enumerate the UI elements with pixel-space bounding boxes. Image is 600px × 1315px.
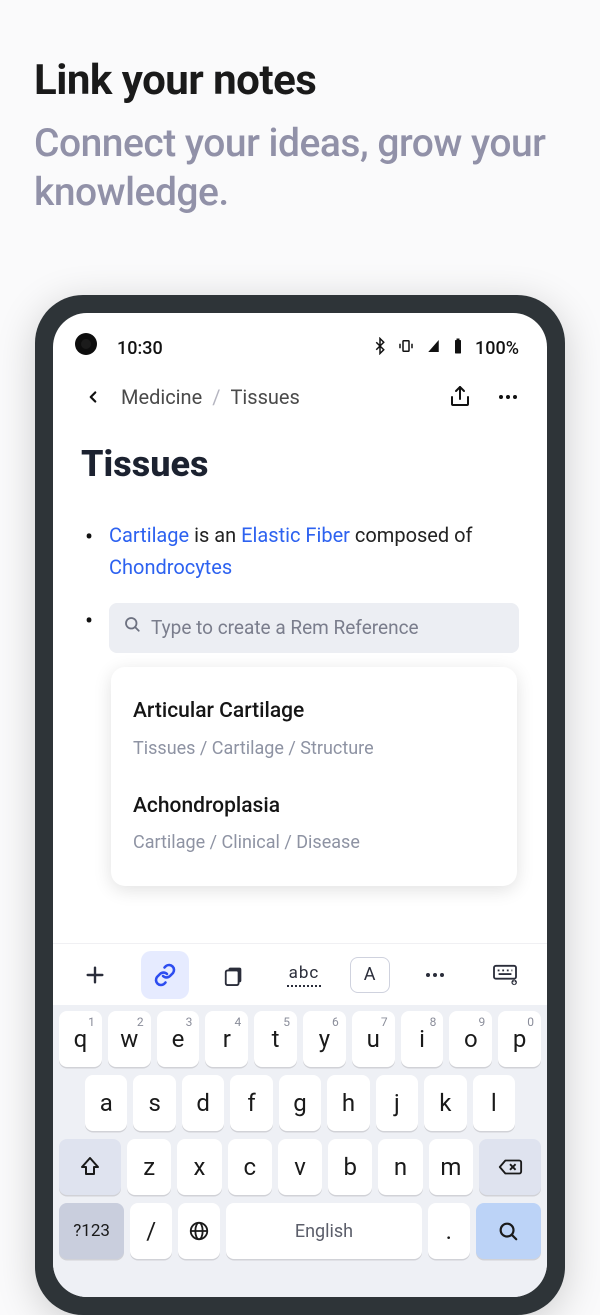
backspace-key[interactable] bbox=[479, 1139, 541, 1195]
share-icon bbox=[448, 385, 472, 409]
key-d[interactable]: d bbox=[182, 1075, 224, 1131]
battery-icon bbox=[449, 337, 467, 360]
search-icon bbox=[497, 1220, 519, 1242]
format-button[interactable]: A bbox=[350, 957, 390, 993]
shift-key[interactable] bbox=[59, 1139, 121, 1195]
hide-keyboard-button[interactable] bbox=[481, 951, 529, 999]
suggestion-path: Tissues / Cartilage / Structure bbox=[133, 735, 495, 764]
text-button[interactable]: abc bbox=[280, 951, 328, 999]
key-r[interactable]: r4 bbox=[205, 1011, 248, 1067]
suggestion-popup: Articular Cartilage Tissues / Cartilage … bbox=[111, 667, 517, 886]
suggestion-item[interactable]: Articular Cartilage Tissues / Cartilage … bbox=[133, 685, 495, 779]
period-key[interactable]: . bbox=[428, 1203, 470, 1259]
page-title: Tissues bbox=[81, 443, 519, 485]
promo-title: Link your notes bbox=[34, 56, 566, 105]
search-icon bbox=[123, 614, 141, 643]
phone-mockup: 10:30 100% Medicine / Tissues bbox=[35, 295, 565, 1315]
input-placeholder: Type to create a Rem Reference bbox=[151, 613, 419, 643]
battery-percent: 100% bbox=[475, 338, 519, 359]
language-key[interactable] bbox=[178, 1203, 220, 1259]
shift-icon bbox=[78, 1155, 102, 1179]
more-horizontal-icon bbox=[423, 963, 447, 987]
key-t[interactable]: t5 bbox=[254, 1011, 297, 1067]
key-a[interactable]: a bbox=[85, 1075, 127, 1131]
slash-key[interactable]: / bbox=[130, 1203, 172, 1259]
key-p[interactable]: p0 bbox=[498, 1011, 541, 1067]
virtual-keyboard: q1w2e3r4t5y6u7i8o9p0 asdfghjkl zxcvbnm ?… bbox=[53, 1005, 547, 1297]
key-j[interactable]: j bbox=[376, 1075, 418, 1131]
key-f[interactable]: f bbox=[230, 1075, 272, 1131]
editor-toolbar: abc A bbox=[53, 943, 547, 1005]
breadcrumb-sep: / bbox=[212, 385, 220, 409]
key-z[interactable]: z bbox=[127, 1139, 171, 1195]
key-v[interactable]: v bbox=[278, 1139, 322, 1195]
add-button[interactable] bbox=[71, 951, 119, 999]
plus-icon bbox=[84, 964, 106, 986]
key-y[interactable]: y6 bbox=[303, 1011, 346, 1067]
suggestion-item[interactable]: Achondroplasia Cartilage / Clinical / Di… bbox=[133, 780, 495, 874]
suggestion-path: Cartilage / Clinical / Disease bbox=[133, 829, 495, 858]
more-button[interactable] bbox=[495, 384, 521, 410]
key-i[interactable]: i8 bbox=[401, 1011, 444, 1067]
key-n[interactable]: n bbox=[378, 1139, 422, 1195]
chevron-left-icon bbox=[84, 388, 102, 406]
key-x[interactable]: x bbox=[177, 1139, 221, 1195]
note-link[interactable]: Chondrocytes bbox=[109, 555, 232, 579]
card-icon bbox=[223, 964, 245, 986]
camera-cutout bbox=[75, 333, 97, 355]
link-icon bbox=[153, 963, 177, 987]
rem-reference-input[interactable]: Type to create a Rem Reference bbox=[109, 603, 519, 653]
key-q[interactable]: q1 bbox=[59, 1011, 102, 1067]
search-key[interactable] bbox=[476, 1203, 541, 1259]
abc-label: abc bbox=[289, 963, 320, 983]
breadcrumb-item[interactable]: Tissues bbox=[230, 385, 299, 409]
vibrate-icon bbox=[397, 337, 415, 360]
key-e[interactable]: e3 bbox=[157, 1011, 200, 1067]
breadcrumb[interactable]: Medicine / Tissues bbox=[121, 385, 433, 409]
key-l[interactable]: l bbox=[473, 1075, 515, 1131]
globe-icon bbox=[188, 1220, 210, 1242]
note-bullet[interactable]: Type to create a Rem Reference Articular… bbox=[81, 603, 519, 886]
note-link[interactable]: Cartilage bbox=[109, 523, 189, 547]
key-m[interactable]: m bbox=[429, 1139, 473, 1195]
keyboard-hide-icon bbox=[492, 964, 518, 986]
link-button[interactable] bbox=[141, 951, 189, 999]
breadcrumb-item[interactable]: Medicine bbox=[121, 385, 202, 409]
suggestion-title: Achondroplasia bbox=[133, 790, 495, 824]
promo-subtitle: Connect your ideas, grow your knowledge. bbox=[34, 119, 566, 217]
key-g[interactable]: g bbox=[279, 1075, 321, 1131]
backspace-icon bbox=[497, 1155, 523, 1179]
status-bar: 10:30 100% bbox=[53, 313, 547, 365]
symbols-key[interactable]: ?123 bbox=[59, 1203, 124, 1259]
card-button[interactable] bbox=[210, 951, 258, 999]
key-s[interactable]: s bbox=[133, 1075, 175, 1131]
space-key[interactable]: English bbox=[226, 1203, 422, 1259]
back-button[interactable] bbox=[79, 383, 107, 411]
more-horizontal-icon bbox=[496, 385, 520, 409]
key-w[interactable]: w2 bbox=[108, 1011, 151, 1067]
format-A-label: A bbox=[364, 964, 376, 985]
bluetooth-icon bbox=[371, 337, 389, 360]
note-link[interactable]: Elastic Fiber bbox=[241, 523, 350, 547]
share-button[interactable] bbox=[447, 384, 473, 410]
key-o[interactable]: o9 bbox=[449, 1011, 492, 1067]
suggestion-title: Articular Cartilage bbox=[133, 695, 495, 729]
key-k[interactable]: k bbox=[424, 1075, 466, 1131]
toolbar-more-button[interactable] bbox=[411, 951, 459, 999]
status-time: 10:30 bbox=[117, 338, 163, 359]
key-h[interactable]: h bbox=[327, 1075, 369, 1131]
key-c[interactable]: c bbox=[228, 1139, 272, 1195]
signal-icon bbox=[423, 337, 441, 360]
note-bullet[interactable]: Cartilage is an Elastic Fiber composed o… bbox=[81, 519, 519, 583]
key-b[interactable]: b bbox=[328, 1139, 372, 1195]
key-u[interactable]: u7 bbox=[352, 1011, 395, 1067]
